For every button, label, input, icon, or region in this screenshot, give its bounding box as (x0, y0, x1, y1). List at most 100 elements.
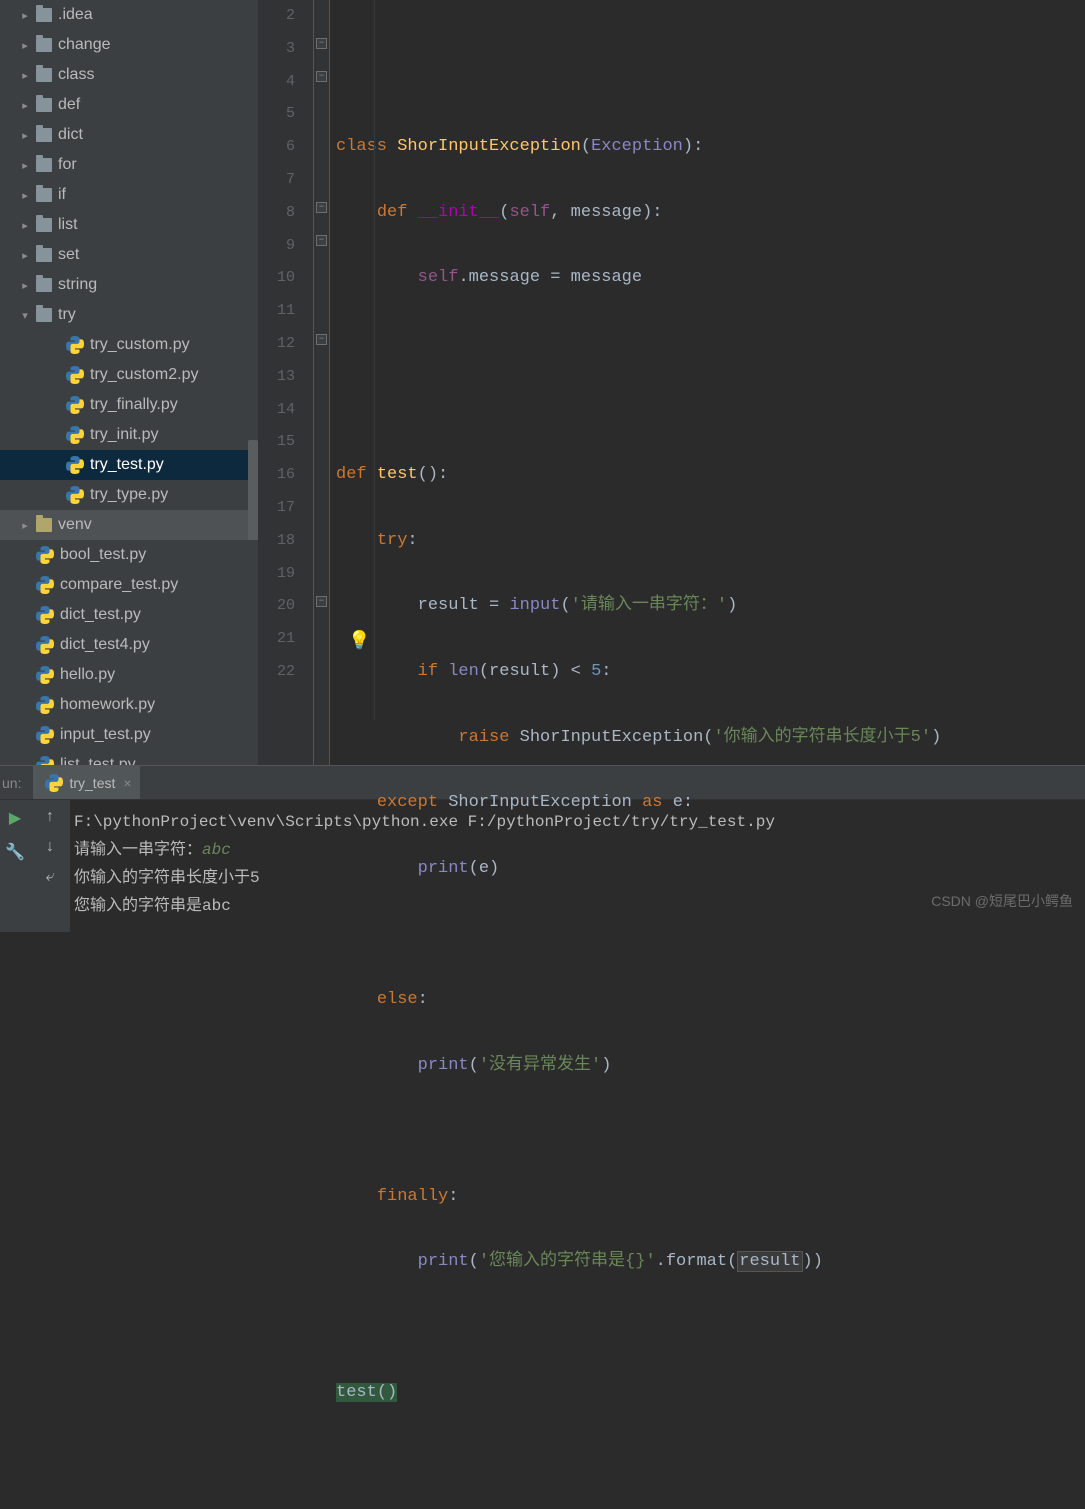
python-file-icon (36, 756, 54, 765)
chevron-icon[interactable]: ▸ (18, 159, 32, 172)
line-number: 10 (258, 262, 295, 295)
tree-file[interactable]: try_custom.py (0, 330, 258, 360)
python-file-icon (36, 696, 54, 714)
tree-folder[interactable]: ▸if (0, 180, 258, 210)
fold-marker-icon[interactable]: − (316, 235, 327, 246)
tree-folder[interactable]: ▸change (0, 30, 258, 60)
chevron-icon[interactable]: ▸ (18, 189, 32, 202)
chevron-icon[interactable]: ▸ (18, 519, 32, 532)
tree-file[interactable]: try_test.py (0, 450, 258, 480)
fold-marker-icon[interactable]: − (316, 596, 327, 607)
code-line: def test(): (336, 459, 1085, 492)
tree-file[interactable]: list_test.py (0, 750, 258, 765)
chevron-icon[interactable]: ▸ (18, 219, 32, 232)
folder-icon (36, 158, 52, 172)
tree-folder[interactable]: ▸venv (0, 510, 258, 540)
code-line: raise ShorInputException('你输入的字符串长度小于5') (336, 722, 1085, 755)
code-line: print(e) (336, 853, 1085, 886)
tree-file[interactable]: hello.py (0, 660, 258, 690)
line-number: 4 (258, 66, 295, 99)
fold-marker-icon[interactable]: − (316, 334, 327, 345)
code-line: try: (336, 525, 1085, 558)
fold-marker-icon[interactable]: − (316, 71, 327, 82)
code-line: self.message = message (336, 262, 1085, 295)
code-line (336, 328, 1085, 361)
tree-file[interactable]: bool_test.py (0, 540, 258, 570)
python-file-icon (36, 666, 54, 684)
wrap-icon[interactable]: ⤶ (46, 868, 55, 886)
chevron-icon[interactable]: ▸ (18, 129, 32, 142)
tree-folder[interactable]: ▸ for (0, 150, 258, 180)
run-tab[interactable]: try_test × (33, 766, 139, 799)
fold-marker-icon[interactable]: − (316, 38, 327, 49)
scrollbar[interactable] (248, 440, 258, 540)
tree-file[interactable]: input_test.py (0, 720, 258, 750)
chevron-icon[interactable]: ▸ (18, 39, 32, 52)
line-number: 9 (258, 230, 295, 263)
arrow-up-icon[interactable]: ↑ (46, 808, 54, 826)
wrench-icon[interactable]: 🔧 (5, 842, 25, 862)
tree-folder[interactable]: ▾ try (0, 300, 258, 330)
folder-icon (36, 98, 52, 112)
tree-item-label: try (58, 306, 76, 324)
code-line (336, 1115, 1085, 1148)
lightbulb-icon[interactable]: 💡 (348, 626, 370, 659)
code-line: else: (336, 984, 1085, 1017)
fold-marker-icon[interactable]: − (316, 202, 327, 213)
tree-file[interactable]: compare_test.py (0, 570, 258, 600)
line-number: 15 (258, 426, 295, 459)
code-line: result = input('请输入一串字符：') (336, 590, 1085, 623)
python-file-icon (66, 336, 84, 354)
code-line: finally: (336, 1181, 1085, 1214)
code-line (336, 918, 1085, 951)
tree-item-label: compare_test.py (60, 576, 178, 594)
chevron-icon[interactable]: ▸ (18, 69, 32, 82)
tree-item-label: def (58, 96, 80, 114)
line-number: 22 (258, 656, 295, 689)
chevron-icon[interactable]: ▾ (18, 309, 32, 322)
tree-folder[interactable]: ▸.idea (0, 0, 258, 30)
run-toolbar-2: ↑ ↓ ⤶ (30, 800, 70, 932)
line-number: 21 (258, 623, 295, 656)
folder-icon (36, 8, 52, 22)
tree-folder[interactable]: ▸list (0, 210, 258, 240)
tree-item-label: homework.py (60, 696, 155, 714)
tree-item-label: for (58, 156, 77, 174)
close-icon[interactable]: × (123, 775, 131, 791)
fold-column[interactable]: − − − − − − (314, 0, 330, 765)
tree-folder[interactable]: ▸ class (0, 60, 258, 90)
play-icon[interactable]: ▶ (9, 808, 21, 828)
python-file-icon (66, 396, 84, 414)
line-number: 3 (258, 33, 295, 66)
run-tab-label: try_test (69, 775, 115, 791)
tree-folder[interactable]: ▸dict (0, 120, 258, 150)
code-area[interactable]: class ShorInputException(Exception): def… (330, 0, 1085, 765)
tree-folder[interactable]: ▸string (0, 270, 258, 300)
tree-item-label: set (58, 246, 79, 264)
tree-file[interactable]: try_type.py (0, 480, 258, 510)
arrow-down-icon[interactable]: ↓ (46, 838, 54, 856)
tree-folder[interactable]: ▸ def (0, 90, 258, 120)
line-number: 7 (258, 164, 295, 197)
chevron-icon[interactable]: ▸ (18, 99, 32, 112)
tree-file[interactable]: try_custom2.py (0, 360, 258, 390)
line-number: 5 (258, 98, 295, 131)
chevron-icon[interactable]: ▸ (18, 279, 32, 292)
code-editor[interactable]: 2345678910111213141516171819202122 − − −… (258, 0, 1085, 765)
tree-file[interactable]: dict_test.py (0, 600, 258, 630)
line-number: 20 (258, 590, 295, 623)
tree-item-label: try_finally.py (90, 396, 178, 414)
python-file-icon (36, 546, 54, 564)
project-tree[interactable]: ▸.idea▸change▸class▸def▸dict▸for▸if▸list… (0, 0, 258, 765)
tree-file[interactable]: try_finally.py (0, 390, 258, 420)
chevron-icon[interactable]: ▸ (18, 9, 32, 22)
line-number: 2 (258, 0, 295, 33)
tree-folder[interactable]: ▸ set (0, 240, 258, 270)
tree-file[interactable]: homework.py (0, 690, 258, 720)
code-line: class ShorInputException(Exception): (336, 131, 1085, 164)
tree-file[interactable]: dict_test4.py (0, 630, 258, 660)
chevron-icon[interactable]: ▸ (18, 249, 32, 262)
tree-item-label: class (58, 66, 94, 84)
tree-item-label: list_test.py (60, 756, 136, 765)
tree-file[interactable]: try_init.py (0, 420, 258, 450)
